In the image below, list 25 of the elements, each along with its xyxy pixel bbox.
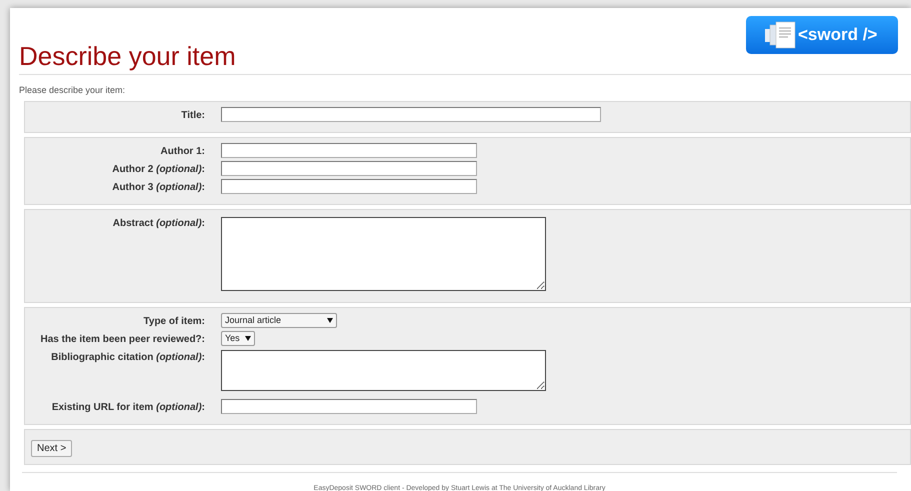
- dropdown[interactable]: Yes: [221, 331, 255, 346]
- field-label: Type of item:: [144, 316, 205, 327]
- text-field[interactable]: [221, 161, 477, 176]
- documents-icon: [764, 20, 796, 50]
- field-label: Title:: [181, 110, 205, 121]
- sword-logo[interactable]: <sword />: [746, 16, 898, 54]
- field-label: Author 1:: [160, 146, 205, 157]
- page-heading: Describe your item: [19, 42, 237, 70]
- dropdown-caret-icon: [327, 318, 333, 323]
- field-label: Bibliographic citation (optional):: [51, 352, 205, 363]
- dropdown-caret-icon: [244, 336, 251, 341]
- field-label: Abstract (optional):: [112, 218, 205, 229]
- intro-text: Please describe your item:: [19, 85, 126, 96]
- next-button[interactable]: Next >: [31, 440, 72, 457]
- text-field[interactable]: [221, 143, 477, 158]
- dropdown[interactable]: Journal article: [221, 313, 337, 328]
- field-label: Author 3 (optional):: [112, 182, 205, 193]
- text-field[interactable]: [221, 179, 477, 194]
- text-field[interactable]: [221, 399, 477, 414]
- text-field[interactable]: [221, 107, 601, 122]
- field-label: Author 2 (optional):: [112, 164, 205, 175]
- field-label: Existing URL for item (optional):: [52, 402, 205, 413]
- field-label: Has the item been peer reviewed?:: [40, 334, 205, 345]
- text-area[interactable]: [221, 217, 546, 291]
- text-area[interactable]: [221, 350, 546, 391]
